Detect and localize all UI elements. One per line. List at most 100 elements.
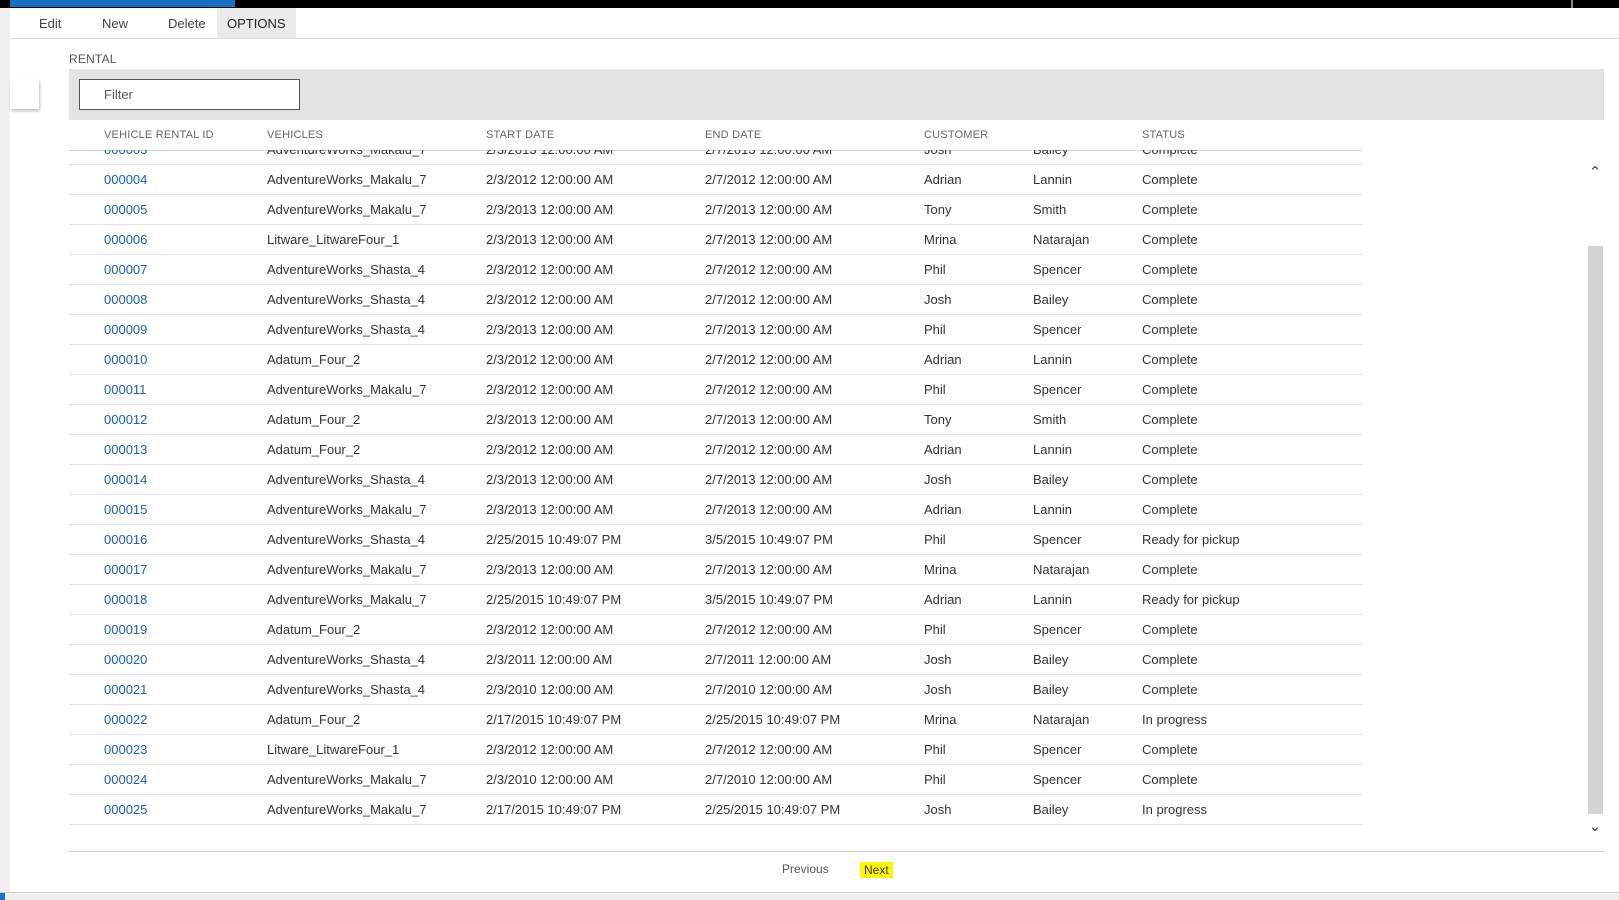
table-row[interactable]: 000007 AdventureWorks_Shasta_4 2/3/2012 … xyxy=(69,255,1362,285)
rental-id-link[interactable]: 000019 xyxy=(104,615,147,645)
rental-id-link[interactable]: 000004 xyxy=(104,165,147,195)
customer-first-name-cell: Phil xyxy=(924,772,946,787)
rental-id-link[interactable]: 000020 xyxy=(104,645,147,675)
rental-id-link[interactable]: 000008 xyxy=(104,285,147,315)
grid-bottom-divider xyxy=(69,851,1604,852)
status-cell: Ready for pickup xyxy=(1142,532,1240,547)
options-tab[interactable]: OPTIONS xyxy=(217,8,296,38)
table-row[interactable]: 000024 AdventureWorks_Makalu_7 2/3/2010 … xyxy=(69,765,1362,795)
edit-button[interactable]: Edit xyxy=(39,8,61,38)
column-header-end-date[interactable]: END DATE xyxy=(705,129,761,141)
table-row[interactable]: 000004 AdventureWorks_Makalu_7 2/3/2012 … xyxy=(69,165,1362,195)
start-date-cell: 2/3/2010 12:00:00 AM xyxy=(486,772,614,787)
new-button[interactable]: New xyxy=(102,8,128,38)
rental-id-link[interactable]: 000018 xyxy=(104,585,147,615)
customer-first-name-cell: Phil xyxy=(924,742,946,757)
table-row[interactable]: 000020 AdventureWorks_Shasta_4 2/3/2011 … xyxy=(69,645,1362,675)
start-date-cell: 2/3/2013 12:00:00 AM xyxy=(486,562,614,577)
rental-id-link[interactable]: 000016 xyxy=(104,525,147,555)
rental-id-link[interactable]: 000007 xyxy=(104,255,147,285)
table-row[interactable]: 000011 AdventureWorks_Makalu_7 2/3/2012 … xyxy=(69,375,1362,405)
chevron-down-icon[interactable]: ⌄ xyxy=(1585,818,1605,836)
customer-first-name-cell: Josh xyxy=(924,652,952,667)
table-row[interactable]: 000012 Adatum_Four_2 2/3/2013 12:00:00 A… xyxy=(69,405,1362,435)
end-date-cell: 2/7/2013 12:00:00 AM xyxy=(705,150,832,165)
bottom-strip xyxy=(0,892,1619,900)
table-row[interactable]: 000005 AdventureWorks_Makalu_7 2/3/2013 … xyxy=(69,195,1362,225)
previous-page-button[interactable]: Previous xyxy=(782,862,829,876)
rental-id-link[interactable]: 000011 xyxy=(104,375,146,405)
rental-id-link[interactable]: 000012 xyxy=(104,405,147,435)
vehicle-cell: AdventureWorks_Shasta_4 xyxy=(267,262,426,277)
rental-id-link[interactable]: 000003 xyxy=(104,150,147,165)
rental-id-link[interactable]: 000009 xyxy=(104,315,147,345)
table-row[interactable]: 000009 AdventureWorks_Shasta_4 2/3/2013 … xyxy=(69,315,1362,345)
section-title: RENTAL xyxy=(69,52,117,66)
end-date-cell: 2/7/2013 12:00:00 AM xyxy=(705,322,833,337)
table-row[interactable]: 000019 Adatum_Four_2 2/3/2012 12:00:00 A… xyxy=(69,615,1362,645)
rental-id-link[interactable]: 000005 xyxy=(104,195,147,225)
status-cell: Complete xyxy=(1142,150,1198,165)
status-cell: Complete xyxy=(1142,262,1198,277)
rental-id-link[interactable]: 000006 xyxy=(104,225,147,255)
customer-last-name-cell: Lannin xyxy=(1033,172,1073,187)
end-date-cell: 3/5/2015 10:49:07 PM xyxy=(705,592,833,607)
vehicle-cell: AdventureWorks_Shasta_4 xyxy=(267,532,426,547)
column-header-vehicles[interactable]: VEHICLES xyxy=(267,129,323,141)
end-date-cell: 2/7/2012 12:00:00 AM xyxy=(705,382,833,397)
next-page-button[interactable]: Next xyxy=(860,862,893,878)
table-row[interactable]: 000003 AdventureWorks_Makalu_7 2/3/2013 … xyxy=(69,150,1362,165)
rental-id-link[interactable]: 000015 xyxy=(104,495,147,525)
table-row[interactable]: 000013 Adatum_Four_2 2/3/2012 12:00:00 A… xyxy=(69,435,1362,465)
rental-id-link[interactable]: 000014 xyxy=(104,465,147,495)
side-panel-toggle[interactable] xyxy=(10,79,39,109)
column-header-status[interactable]: STATUS xyxy=(1142,129,1185,141)
rental-id-link[interactable]: 000021 xyxy=(104,675,147,705)
vehicle-cell: AdventureWorks_Shasta_4 xyxy=(267,652,426,667)
rental-id-link[interactable]: 000013 xyxy=(104,435,147,465)
rental-id-link[interactable]: 000017 xyxy=(104,555,147,585)
table-row[interactable]: 000006 Litware_LitwareFour_1 2/3/2013 12… xyxy=(69,225,1362,255)
table-row[interactable]: 000015 AdventureWorks_Makalu_7 2/3/2013 … xyxy=(69,495,1362,525)
delete-button[interactable]: Delete xyxy=(168,8,206,38)
customer-last-name-cell: Bailey xyxy=(1033,802,1069,817)
rental-id-link[interactable]: 000025 xyxy=(104,795,147,825)
start-date-cell: 2/3/2013 12:00:00 AM xyxy=(486,412,614,427)
table-row[interactable]: 000014 AdventureWorks_Shasta_4 2/3/2013 … xyxy=(69,465,1362,495)
table-row[interactable]: 000022 Adatum_Four_2 2/17/2015 10:49:07 … xyxy=(69,705,1362,735)
customer-first-name-cell: Josh xyxy=(924,682,952,697)
table-row[interactable]: 000010 Adatum_Four_2 2/3/2012 12:00:00 A… xyxy=(69,345,1362,375)
rental-id-link[interactable]: 000024 xyxy=(104,765,147,795)
table-row[interactable]: 000008 AdventureWorks_Shasta_4 2/3/2012 … xyxy=(69,285,1362,315)
table-row[interactable]: 000025 AdventureWorks_Makalu_7 2/17/2015… xyxy=(69,795,1362,825)
table-row[interactable]: 000018 AdventureWorks_Makalu_7 2/25/2015… xyxy=(69,585,1362,615)
filter-input[interactable] xyxy=(79,79,300,110)
customer-last-name-cell: Lannin xyxy=(1033,352,1073,367)
customer-last-name-cell: Spencer xyxy=(1033,772,1082,787)
table-row[interactable]: 000023 Litware_LitwareFour_1 2/3/2012 12… xyxy=(69,735,1362,765)
scrollbar-thumb[interactable] xyxy=(1588,246,1603,814)
table-row[interactable]: 000017 AdventureWorks_Makalu_7 2/3/2013 … xyxy=(69,555,1362,585)
rental-id-link[interactable]: 000022 xyxy=(104,705,147,735)
left-strip xyxy=(0,8,10,900)
vehicle-cell: AdventureWorks_Makalu_7 xyxy=(267,172,427,187)
status-cell: In progress xyxy=(1142,802,1208,817)
start-date-cell: 2/3/2013 12:00:00 AM xyxy=(486,472,614,487)
rental-id-link[interactable]: 000010 xyxy=(104,345,147,375)
chevron-up-icon[interactable]: ⌃ xyxy=(1585,164,1605,182)
column-header-start-date[interactable]: START DATE xyxy=(486,129,554,141)
top-bar-right-block xyxy=(1571,0,1619,8)
start-date-cell: 2/3/2013 12:00:00 AM xyxy=(486,150,613,165)
column-header-rental-id[interactable]: VEHICLE RENTAL ID xyxy=(104,129,214,141)
table-row[interactable]: 000016 AdventureWorks_Shasta_4 2/25/2015… xyxy=(69,525,1362,555)
vehicle-cell: Adatum_Four_2 xyxy=(267,352,361,367)
customer-last-name-cell: Spencer xyxy=(1033,622,1082,637)
table-row[interactable]: 000021 AdventureWorks_Shasta_4 2/3/2010 … xyxy=(69,675,1362,705)
status-cell: In progress xyxy=(1142,712,1208,727)
customer-first-name-cell: Phil xyxy=(924,322,946,337)
vehicle-cell: AdventureWorks_Makalu_7 xyxy=(267,592,427,607)
rental-id-link[interactable]: 000023 xyxy=(104,735,147,765)
customer-first-name-cell: Phil xyxy=(924,622,946,637)
column-header-customer[interactable]: CUSTOMER xyxy=(924,129,988,141)
vehicle-cell: Adatum_Four_2 xyxy=(267,712,361,727)
